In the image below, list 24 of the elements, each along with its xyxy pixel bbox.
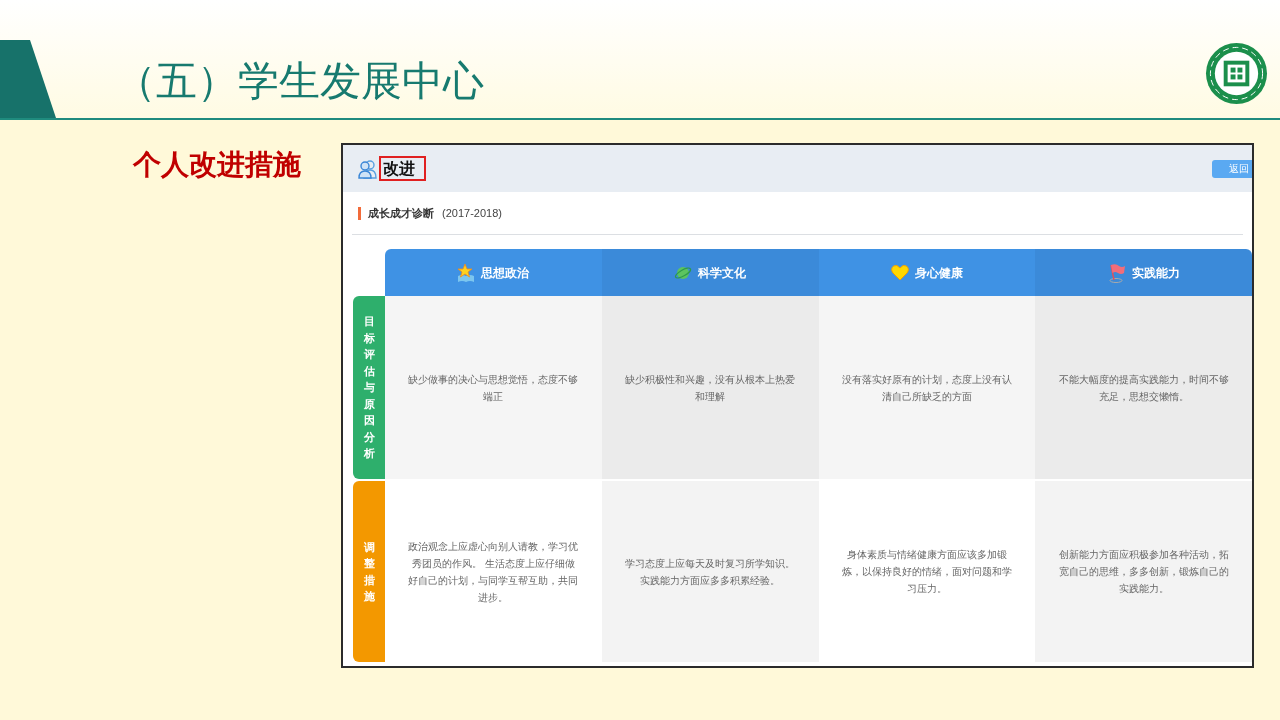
- table-cell: 没有落实好原有的计划，态度上没有认清自己所缺乏的方面: [818, 296, 1036, 479]
- column-header: 科学文化: [601, 249, 819, 296]
- table-cell: 学习态度上应每天及时复习所学知识。实践能力方面应多多积累经验。: [601, 481, 819, 662]
- emblem-icon: [1205, 42, 1268, 105]
- slide-subtitle: 个人改进措施: [133, 148, 302, 182]
- column-header: 身心健康: [818, 249, 1036, 296]
- table-cell: 创新能力方面应积极参加各种活动，拓宽自己的思维，多多创新，锻炼自己的实践能力。: [1035, 481, 1252, 662]
- accent-bar: [358, 206, 361, 220]
- section-title: 成长成才诊断: [368, 205, 434, 221]
- column-header: 思想政治: [385, 249, 602, 296]
- section-period: (2017-2018): [442, 205, 502, 221]
- table-cell: 不能大幅度的提高实践能力，时间不够充足，思想交懒惰。: [1035, 296, 1252, 479]
- highlighted-page-title: 改进: [379, 156, 426, 181]
- heart-icon: [890, 264, 909, 281]
- flag-icon: [1107, 262, 1126, 283]
- users-icon: [358, 158, 377, 179]
- table-cell: 缺少积极性和兴趣，没有从根本上热爱和理解: [601, 296, 819, 479]
- star-book-icon: [457, 262, 476, 283]
- back-button[interactable]: 返回: [1212, 159, 1252, 178]
- row-label: 目标评估与原因分析: [353, 296, 385, 479]
- table-cell: 缺少做事的决心与思想觉悟，态度不够端正: [385, 296, 602, 479]
- row-label: 调整措施: [353, 481, 385, 662]
- slide-title: （五）学生发展中心: [115, 57, 484, 106]
- column-header: 实践能力: [1035, 249, 1252, 296]
